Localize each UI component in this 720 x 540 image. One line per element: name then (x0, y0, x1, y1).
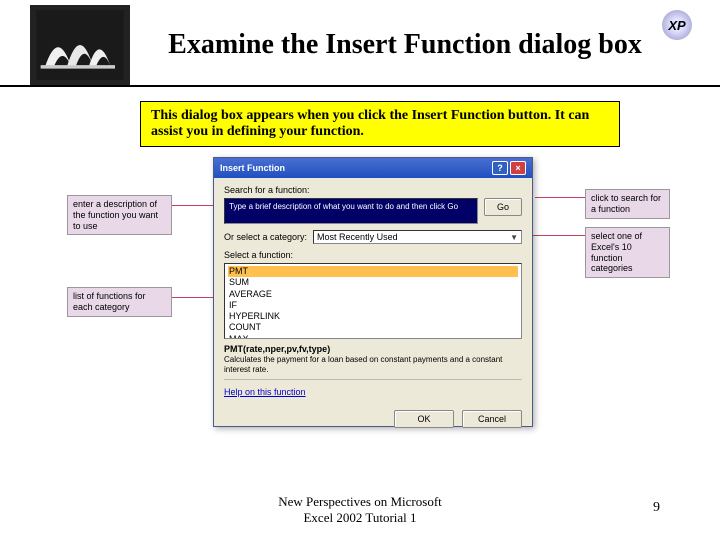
list-item[interactable]: MAX (228, 334, 518, 340)
search-label: Search for a function: (224, 185, 522, 195)
chevron-down-icon: ▼ (510, 233, 518, 242)
help-icon[interactable]: ? (492, 161, 508, 175)
slide-footer: New Perspectives on Microsoft Excel 2002… (0, 494, 720, 526)
callout-enter-description: enter a description of the function you … (67, 195, 172, 235)
function-signature: PMT(rate,nper,pv,fv,type) (224, 344, 522, 354)
category-value: Most Recently Used (317, 232, 398, 242)
callout-function-list: list of functions for each category (67, 287, 172, 317)
list-item[interactable]: AVERAGE (228, 289, 518, 300)
go-button[interactable]: Go (484, 198, 522, 216)
list-item[interactable]: IF (228, 300, 518, 311)
list-item[interactable]: HYPERLINK (228, 311, 518, 322)
page-number: 9 (653, 500, 660, 516)
list-item[interactable]: SUM (228, 277, 518, 288)
list-item[interactable]: COUNT (228, 322, 518, 333)
cancel-button[interactable]: Cancel (462, 410, 522, 428)
insert-function-dialog: Insert Function ? × Search for a functio… (213, 157, 533, 427)
footer-line2: Excel 2002 Tutorial 1 (0, 510, 720, 526)
slide-title: Examine the Insert Function dialog box (150, 28, 700, 62)
function-list[interactable]: PMT SUM AVERAGE IF HYPERLINK COUNT MAX (224, 263, 522, 339)
highlight-note: This dialog box appears when you click t… (140, 101, 620, 147)
diagram-area: enter a description of the function you … (80, 157, 640, 447)
callout-categories: select one of Excel's 10 function catego… (585, 227, 670, 278)
dialog-body: Search for a function: Type a brief desc… (214, 178, 532, 404)
footer-line1: New Perspectives on Microsoft (0, 494, 720, 510)
close-icon[interactable]: × (510, 161, 526, 175)
xp-badge: XP (662, 10, 692, 40)
arrow (535, 197, 585, 198)
dialog-title: Insert Function (220, 163, 285, 173)
list-item[interactable]: PMT (228, 266, 518, 277)
callout-search: click to search for a function (585, 189, 670, 219)
dialog-footer: OK Cancel (214, 404, 532, 436)
category-label: Or select a category: (224, 232, 307, 242)
search-input[interactable]: Type a brief description of what you wan… (224, 198, 478, 224)
ok-button[interactable]: OK (394, 410, 454, 428)
logo-image (30, 5, 130, 85)
select-function-label: Select a function: (224, 250, 522, 260)
dialog-titlebar: Insert Function ? × (214, 158, 532, 178)
help-link[interactable]: Help on this function (224, 387, 306, 397)
slide-header: Examine the Insert Function dialog box (0, 0, 720, 87)
category-select[interactable]: Most Recently Used ▼ (313, 230, 522, 244)
function-description: Calculates the payment for a loan based … (224, 355, 522, 374)
